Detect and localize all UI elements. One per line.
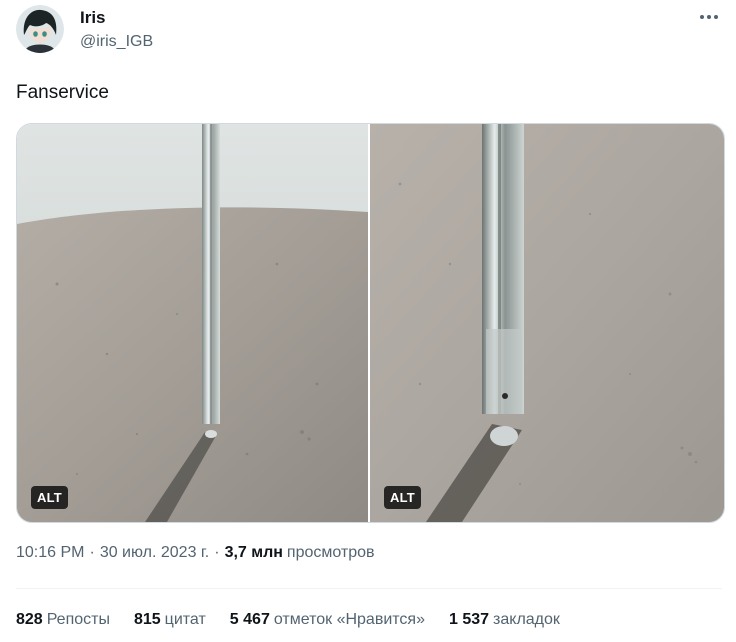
author-handle[interactable]: @iris_IGB	[80, 33, 153, 51]
alt-badge[interactable]: ALT	[31, 486, 68, 509]
tweet-stats: 828 Репосты 815 цитат 5 467 отметок «Нравит…	[16, 611, 584, 629]
more-options-button[interactable]	[694, 6, 724, 28]
views-count: 3,7 млн	[224, 544, 283, 561]
stat-count: 815	[133, 611, 161, 628]
stat-quotes[interactable]: 815 цитат	[134, 611, 206, 629]
stat-label: закладок	[493, 611, 560, 628]
stat-count: 828	[16, 611, 43, 628]
meta-separator: ·	[89, 544, 95, 561]
stat-reposts[interactable]: 828 Репосты	[16, 611, 110, 629]
stat-count: 5 467	[229, 611, 270, 628]
avatar[interactable]	[16, 5, 64, 53]
tweet-text: Fanservice	[16, 82, 109, 103]
views-label: просмотров	[286, 544, 375, 561]
stat-likes[interactable]: 5 467 отметок «Нравится»	[230, 611, 425, 629]
author-name[interactable]: Iris	[80, 8, 106, 28]
stat-label: отметок «Нравится»	[273, 611, 425, 628]
photo-2[interactable]: ALT	[370, 124, 724, 522]
divider	[16, 588, 722, 589]
stat-label: цитат	[164, 611, 206, 628]
more-horizontal-icon	[700, 15, 704, 19]
stat-bookmarks[interactable]: 1 537 закладок	[449, 611, 560, 629]
alt-badge[interactable]: ALT	[384, 486, 421, 509]
stat-label: Репосты	[46, 611, 110, 628]
stat-count: 1 537	[448, 611, 490, 628]
more-horizontal-icon	[714, 15, 718, 19]
tweet-date[interactable]: 30 июл. 2023 г.	[100, 544, 209, 562]
photo-1[interactable]: ALT	[17, 124, 368, 522]
tweet-time[interactable]: 10:16 PM	[16, 544, 84, 562]
tweet-meta: 10:16 PM · 30 июл. 2023 г. · 3,7 млн про…	[16, 544, 375, 562]
meta-separator: ·	[214, 544, 220, 561]
media-grid: ALT ALT	[16, 123, 725, 523]
more-horizontal-icon	[707, 15, 711, 19]
